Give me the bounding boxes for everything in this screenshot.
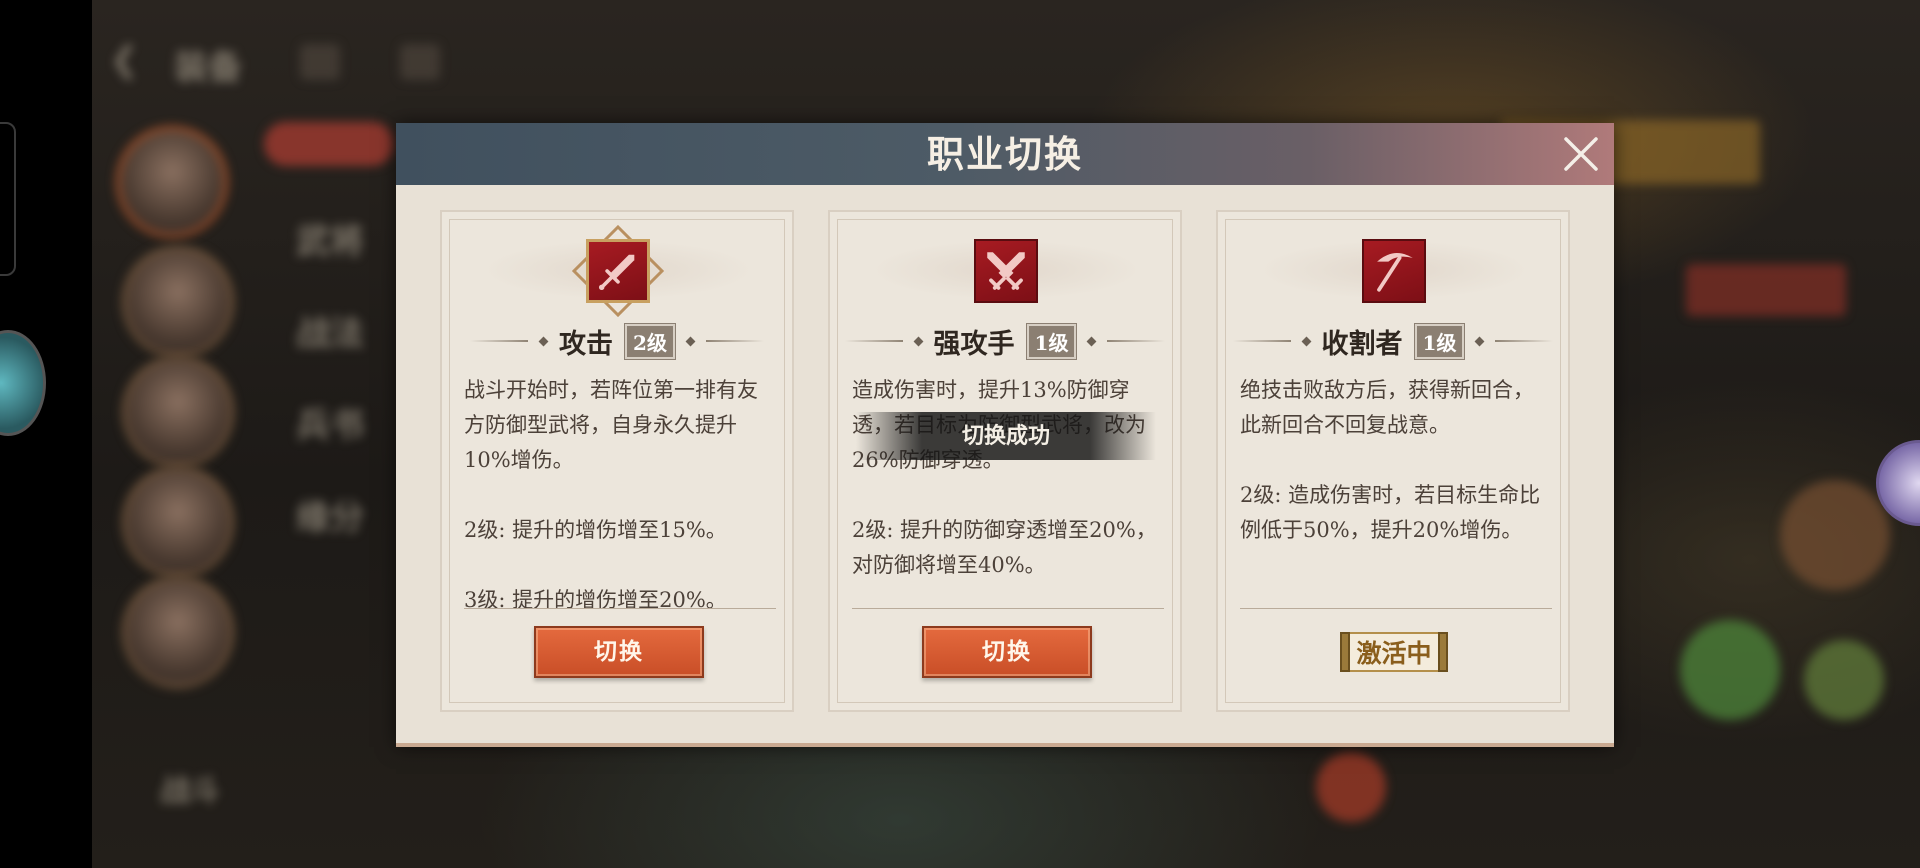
description-paragraph: 2级: 提升的防御穿透增至20%，对防御将增至40%。 <box>852 518 1157 577</box>
switch-button[interactable]: 切换 <box>922 626 1092 678</box>
ornament-dot <box>685 336 696 346</box>
pickaxe-icon <box>1362 239 1426 303</box>
bg-red-item <box>1316 752 1386 822</box>
active-status-tag: 激活中 <box>1326 630 1462 674</box>
ornament-line <box>1232 340 1291 342</box>
ornament-dot <box>1301 336 1311 346</box>
ornament-line <box>844 340 903 342</box>
class-description[interactable]: 绝技击败敌方后，获得新回合，此新回合不回复战意。 2级: 造成伤害时，若目标生命… <box>1240 373 1552 608</box>
divider <box>464 608 776 609</box>
bg-menu-item: 兵书 <box>296 406 364 446</box>
bg-portrait <box>1780 480 1890 590</box>
side-handle[interactable] <box>0 122 16 276</box>
back-arrow-icon: ❮ <box>110 40 139 80</box>
bg-menu-item: 战法 <box>296 314 364 354</box>
ornament-line <box>470 340 529 342</box>
level-badge: 1级 <box>1025 322 1078 360</box>
bg-avatar <box>116 126 228 238</box>
description-paragraph: 3级: 提升的增伤增至20%。 <box>464 588 727 608</box>
level-badge: 2级 <box>624 322 676 360</box>
bg-avatar <box>122 356 234 468</box>
ornament-line <box>1495 340 1554 342</box>
description-paragraph: 2级: 提升的增伤增至15%。 <box>464 518 727 542</box>
class-icon-frame <box>572 225 664 317</box>
description-paragraph: 绝技击败敌方后，获得新回合，此新回合不回复战意。 <box>1240 378 1534 437</box>
class-name: 收割者 <box>1321 328 1403 360</box>
ornament-dot <box>1475 336 1485 346</box>
bg-menu-item: 武将 <box>296 222 364 262</box>
bg-avatar <box>122 466 234 578</box>
bg-avatar <box>122 246 234 358</box>
class-name: 攻击 <box>559 328 614 360</box>
bg-green-item <box>1680 620 1780 720</box>
sword-icon <box>586 239 650 303</box>
close-icon[interactable] <box>1562 135 1600 173</box>
description-paragraph: 战斗开始时，若阵位第一排有友方防御型武将，自身永久提升10%增伤。 <box>464 378 758 472</box>
class-description[interactable]: 战斗开始时，若阵位第一排有友方防御型武将，自身永久提升10%增伤。 2级: 提升… <box>464 373 776 608</box>
ornament-dot <box>913 336 923 346</box>
bg-home-icon <box>300 44 340 80</box>
bg-menu-item: 缘分 <box>296 498 364 538</box>
class-name: 强攻手 <box>933 328 1015 360</box>
divider <box>1240 608 1552 609</box>
active-status-label: 激活中 <box>1350 632 1438 672</box>
bg-bag-icon <box>400 44 440 80</box>
toast-message: 切换成功 <box>856 412 1156 460</box>
level-badge: 1级 <box>1413 322 1466 360</box>
bracket-left <box>1340 632 1351 672</box>
description-paragraph: 2级: 造成伤害时，若目标生命比例低于50%，提升20%增伤。 <box>1240 483 1541 542</box>
ornament-dot <box>538 336 549 346</box>
divider <box>852 608 1164 609</box>
bg-avatar <box>122 576 234 688</box>
class-description[interactable]: 造成伤害时，提升13%防御穿透，若目标为防御型武将，改为26%防御穿透。 2级:… <box>852 373 1164 608</box>
class-icon-frame <box>966 231 1046 311</box>
dialog-title: 职业切换 <box>927 132 1083 176</box>
bg-top-label: 装备 <box>174 48 242 88</box>
bg-red-tag <box>1686 264 1846 316</box>
bg-green-item <box>1804 640 1884 720</box>
class-title-row: 强攻手 1级 <box>830 322 1180 360</box>
class-icon-frame <box>1354 231 1434 311</box>
ornament-dot <box>1087 336 1097 346</box>
ornament-line <box>705 340 764 342</box>
class-card-reaper: 收割者 1级 绝技击败敌方后，获得新回合，此新回合不回复战意。 2级: 造成伤害… <box>1216 210 1570 712</box>
class-card-assaulter: 强攻手 1级 造成伤害时，提升13%防御穿透，若目标为防御型武将，改为26%防御… <box>828 210 1182 712</box>
bracket-right <box>1437 632 1448 672</box>
switch-button[interactable]: 切换 <box>534 626 704 678</box>
crossed-swords-icon <box>974 239 1038 303</box>
class-title-row: 收割者 1级 <box>1218 322 1568 360</box>
class-title-row: 攻击 2级 <box>442 322 792 360</box>
ornament-line <box>1107 340 1166 342</box>
bg-bottom-label: 战斗 <box>160 774 220 809</box>
class-card-attack: 攻击 2级 战斗开始时，若阵位第一排有友方防御型武将，自身永久提升10%增伤。 … <box>440 210 794 712</box>
bg-selected-pill <box>264 122 394 166</box>
